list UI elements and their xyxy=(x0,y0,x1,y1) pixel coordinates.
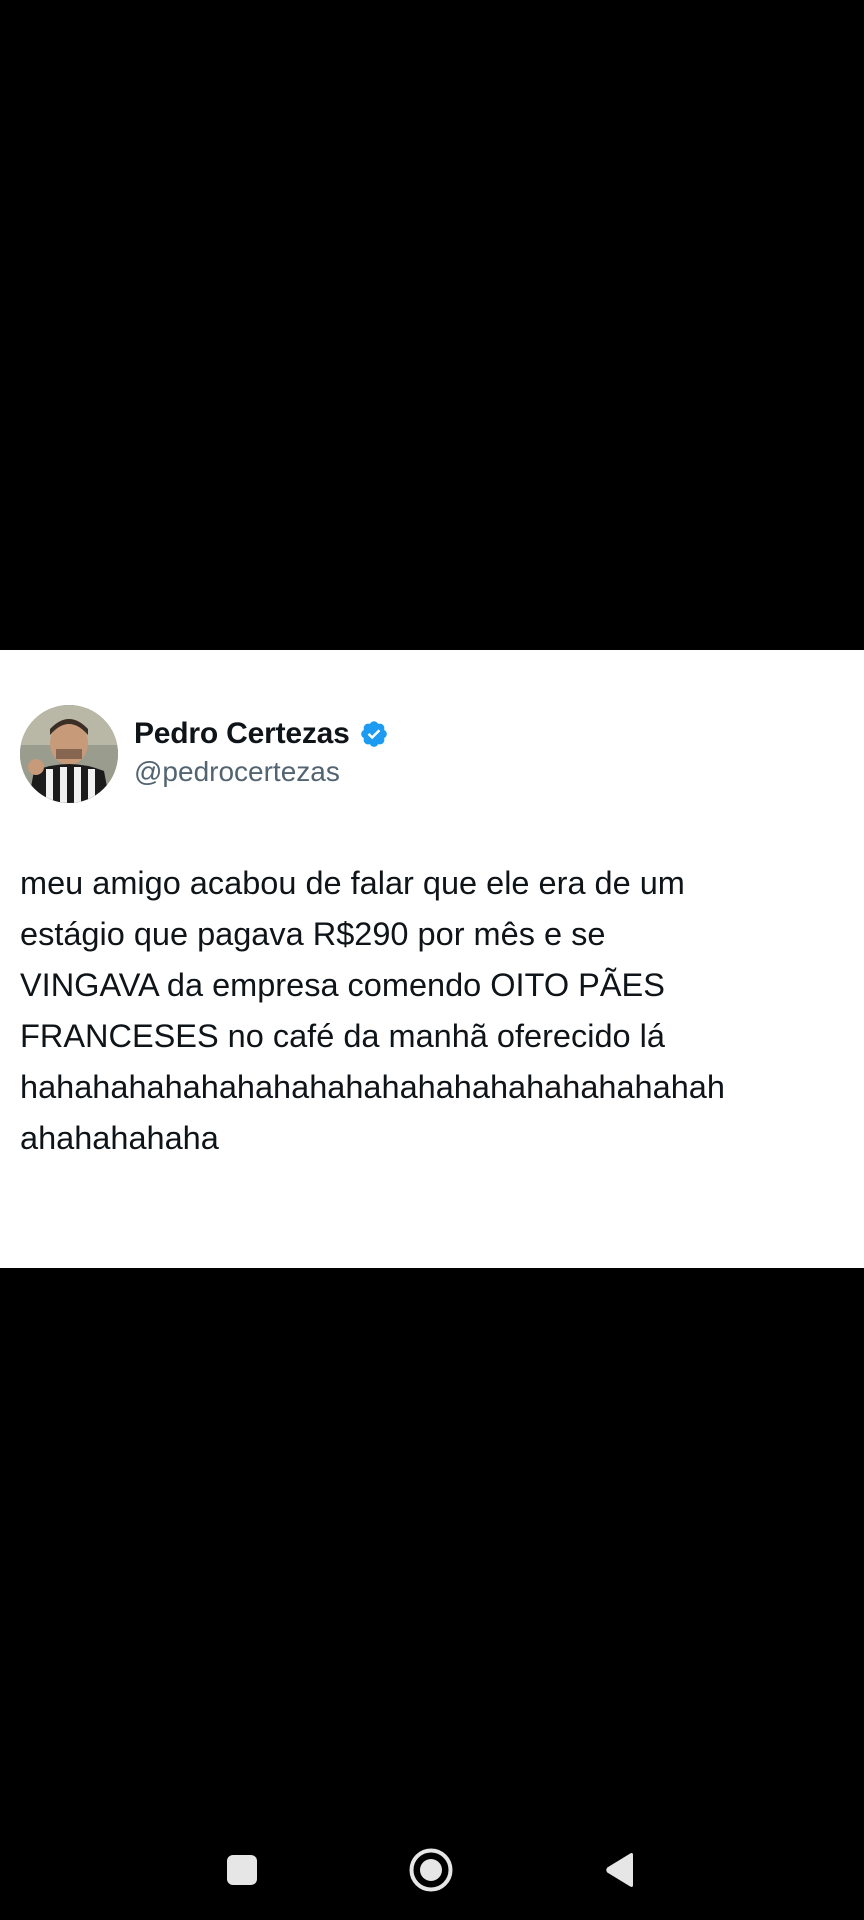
system-navigation-bar xyxy=(0,1820,864,1920)
tweet-text-line: FRANCESES no café da manhã oferecido lá xyxy=(20,1018,665,1054)
back-button[interactable] xyxy=(596,1848,644,1896)
author-name[interactable]: Pedro Certezas xyxy=(134,717,350,751)
recents-button[interactable] xyxy=(218,1848,266,1896)
tweet-text-line: hahahahahahahahahahahahahahahahahahahah xyxy=(20,1069,725,1105)
tweet-card[interactable]: Pedro Certezas @pedrocertezas meu amigo … xyxy=(0,650,864,1268)
tweet-text: meu amigo acabou de falar que ele era de… xyxy=(20,858,850,1164)
tweet-text-line: estágio que pagava R$290 por mês e se xyxy=(20,916,606,952)
verified-badge-icon[interactable] xyxy=(359,719,389,749)
author-handle[interactable]: @pedrocertezas xyxy=(134,756,340,788)
home-button[interactable] xyxy=(407,1848,455,1896)
avatar[interactable] xyxy=(20,705,118,803)
tweet-text-line: ahahahahaha xyxy=(20,1120,219,1156)
author-name-row: Pedro Certezas xyxy=(134,714,389,754)
tweet-text-line: VINGAVA da empresa comendo OITO PÃES xyxy=(20,967,665,1003)
recents-square-icon xyxy=(226,1854,258,1891)
home-circle-icon xyxy=(408,1847,454,1898)
tweet-text-line: meu amigo acabou de falar que ele era de… xyxy=(20,865,685,901)
back-triangle-icon xyxy=(603,1852,637,1893)
